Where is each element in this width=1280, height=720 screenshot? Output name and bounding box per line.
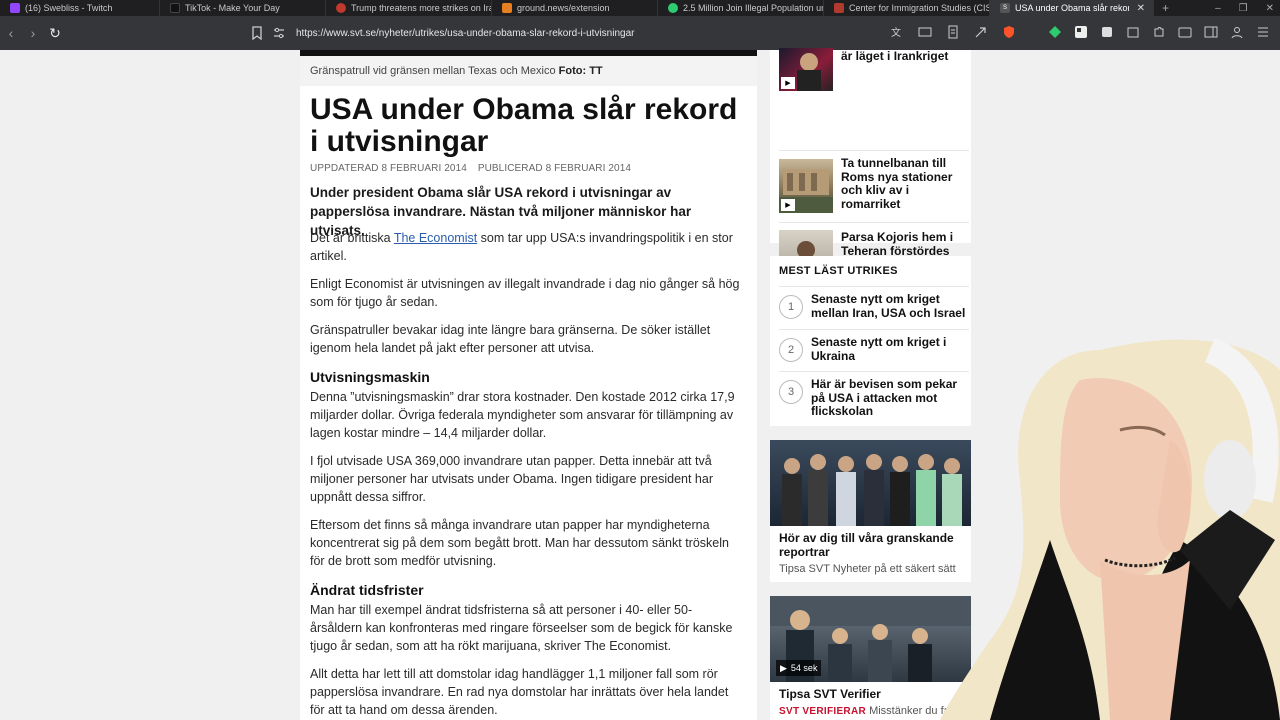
forward-icon[interactable]: › (22, 25, 44, 41)
news-site-icon (336, 3, 346, 13)
article-headline: USA under Obama slår rekord i utvisninga… (310, 93, 738, 158)
streamer-webcam (940, 337, 1280, 720)
address-bar[interactable]: https://www.svt.se/nyheter/utrikes/usa-u… (272, 22, 872, 44)
close-tab-icon[interactable]: ✕ (1137, 3, 1145, 14)
paragraph-7: Man har till exempel ändrat tidsfristern… (310, 603, 733, 653)
reload-icon[interactable]: ↻ (44, 25, 66, 42)
paragraph-3: Gränspatruller bevakar idag inte längre … (310, 323, 711, 355)
tab-twitch[interactable]: (16) Swebliss - Twitch (0, 0, 160, 16)
paragraph-2: Enligt Economist är utvisningen av illeg… (310, 277, 740, 309)
news-thumbnail: ▶ (779, 48, 833, 91)
tab-title: USA under Obama slår rekord i (1015, 3, 1129, 13)
tab-title: 2.5 Million Join Illegal Population un (683, 3, 824, 13)
play-icon: ▶ (780, 662, 787, 673)
back-icon[interactable]: ‹ (0, 25, 22, 41)
brave-shield-icon[interactable] (1002, 25, 1016, 39)
tab-title: TikTok - Make Your Day (185, 3, 280, 13)
twitch-icon (10, 3, 20, 13)
subheading-tidsfrister: Ändrat tidsfrister (310, 582, 424, 598)
most-read-heading: MEST LÄST UTRIKES (779, 265, 898, 277)
paragraph-6: Eftersom det finns så många invandrare u… (310, 518, 729, 568)
sidebar-icon[interactable] (1204, 25, 1218, 39)
navigation-bar: ‹ › ↻ https://www.svt.se/nyheter/utrikes… (0, 16, 1280, 50)
tab-bar: (16) Swebliss - Twitch TikTok - Make You… (0, 0, 1280, 16)
divider (779, 286, 969, 287)
image-caption: Gränspatrull vid gränsen mellan Texas oc… (300, 56, 757, 86)
reader-mode-icon[interactable] (946, 25, 960, 39)
updated-date: UPPDATERAD 8 FEBRUARI 2014 (310, 163, 467, 174)
menu-icon[interactable] (1256, 25, 1270, 39)
economist-link[interactable]: The Economist (394, 231, 477, 245)
site-icon (668, 3, 678, 13)
play-icon: ▶ (781, 77, 795, 89)
minimize-icon[interactable]: – (1215, 3, 1221, 14)
site-settings-icon[interactable] (272, 26, 286, 40)
svt-icon: S (1000, 3, 1010, 13)
puzzle-icon[interactable] (1152, 25, 1166, 39)
extension-grid-icon[interactable] (1074, 25, 1088, 39)
tab-title: (16) Swebliss - Twitch (25, 3, 113, 13)
new-tab-icon[interactable]: + (1154, 1, 1177, 15)
tab-title: Center for Immigration Studies (CIS) (849, 3, 990, 13)
wallet-icon[interactable] (1178, 25, 1192, 39)
translate-icon[interactable]: 文 (890, 25, 904, 39)
paragraph-4: Denna ”utvisningsmaskin” drar stora kost… (310, 390, 735, 440)
divider (779, 150, 969, 151)
svg-text:文: 文 (891, 26, 901, 39)
tab-illegal-population[interactable]: 2.5 Million Join Illegal Population un (658, 0, 824, 16)
url-text[interactable]: https://www.svt.se/nyheter/utrikes/usa-u… (296, 28, 634, 39)
profile-icon[interactable] (1230, 25, 1244, 39)
tab-title: Trump threatens more strikes on Iran (351, 3, 492, 13)
rank-number: 1 (779, 295, 803, 319)
paragraph-8: Allt detta har lett till att domstolar i… (310, 667, 729, 717)
play-icon: ▶ (781, 199, 795, 211)
extension-diamond-icon[interactable] (1048, 25, 1062, 39)
maximize-icon[interactable]: ❐ (1239, 3, 1248, 14)
page-actions: 文 (890, 25, 1016, 39)
paragraph-5: I fjol utvisade USA 369,000 invandrare u… (310, 454, 713, 504)
tab-ground-news[interactable]: ground.news/extension (492, 0, 658, 16)
article-dates: UPPDATERAD 8 FEBRUARI 2014 PUBLICERAD 8 … (310, 163, 639, 174)
published-date: PUBLICERAD 8 FEBRUARI 2014 (477, 163, 632, 174)
tab-trump-news[interactable]: Trump threatens more strikes on Iran (326, 0, 492, 16)
caption-text: Gränspatrull vid gränsen mellan Texas oc… (310, 65, 556, 77)
tab-tiktok[interactable]: TikTok - Make Your Day (160, 0, 326, 16)
paragraph-1: Det är brittiska The Economist som tar u… (310, 229, 740, 265)
caption-credit: Foto: TT (558, 65, 603, 77)
news-item[interactable]: ▶ Ta tunnelbanan till Roms nya stationer… (779, 156, 969, 213)
close-window-icon[interactable]: ✕ (1266, 3, 1274, 14)
verifier-label: SVT VERIFIERAR (779, 706, 866, 717)
tab-svt-active[interactable]: S USA under Obama slår rekord i ✕ (990, 0, 1154, 16)
extension-box-icon[interactable] (1126, 25, 1140, 39)
cast-icon[interactable] (918, 25, 932, 39)
news-item[interactable]: ▶ är läget i Irankriget (779, 48, 969, 91)
extension-square-icon[interactable] (1100, 25, 1114, 39)
divider (779, 222, 969, 223)
tab-cis[interactable]: Center for Immigration Studies (CIS) (824, 0, 990, 16)
paragraph-text: Det är brittiska (310, 231, 394, 245)
bookmark-icon[interactable] (250, 25, 264, 41)
window-controls: – ❐ ✕ (1215, 0, 1274, 16)
news-thumbnail: ▶ (779, 159, 833, 213)
duration-text: 54 sek (790, 663, 818, 673)
tiktok-icon (170, 3, 180, 13)
tab-title: ground.news/extension (517, 3, 610, 13)
rank-number: 3 (779, 380, 803, 404)
share-icon[interactable] (974, 25, 988, 39)
ground-news-icon (502, 3, 512, 13)
subheading-utvisningsmaskin: Utvisningsmaskin (310, 369, 430, 385)
rank-number: 2 (779, 338, 803, 362)
cis-icon (834, 3, 844, 13)
news-title: är läget i Irankriget (841, 49, 949, 63)
news-title: Ta tunnelbanan till Roms nya stationer o… (841, 156, 953, 211)
video-duration-badge: ▶ 54 sek (776, 660, 822, 676)
extensions-bar (1048, 25, 1270, 39)
